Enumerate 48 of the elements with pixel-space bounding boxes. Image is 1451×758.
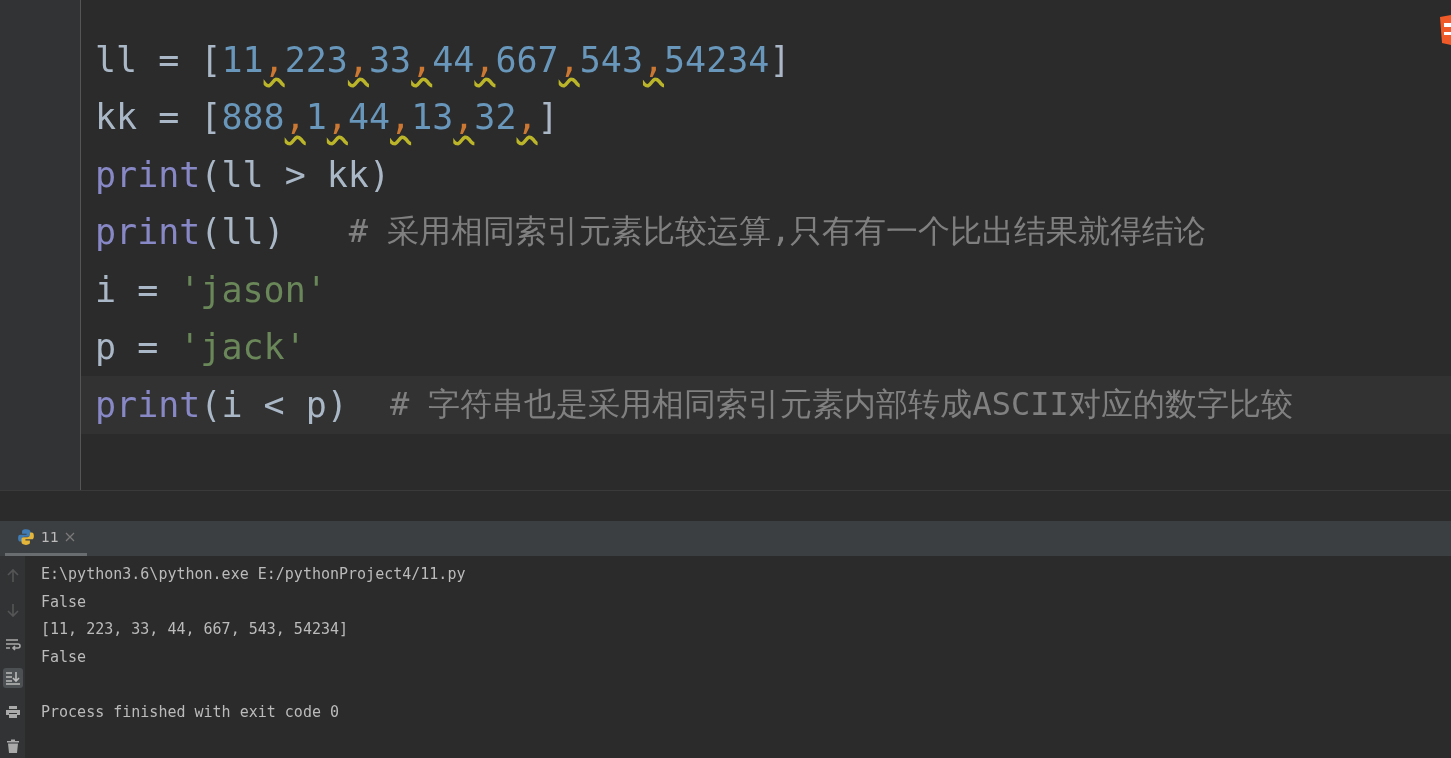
code-comment: # 采用相同索引元素比较运算,只有有一个比出结果就得结论 <box>348 211 1207 253</box>
number-literal: 543 <box>579 39 643 80</box>
comma-warning: , <box>390 97 412 138</box>
console-output-line: [11, 223, 33, 44, 667, 543, 54234] <box>41 619 350 640</box>
comma-warning: , <box>516 97 538 138</box>
number-literal: 44 <box>432 39 475 80</box>
number-literal: 1 <box>305 97 327 138</box>
code-text: p = <box>95 327 160 368</box>
comma-warning: , <box>474 39 496 80</box>
code-text: (i < p) <box>200 384 348 425</box>
code-text: ] <box>537 97 559 138</box>
plugin-icon[interactable] <box>1437 15 1451 45</box>
python-icon <box>17 528 35 546</box>
number-literal: 54234 <box>664 39 770 80</box>
comma-warning: , <box>558 39 580 80</box>
code-text: (ll) <box>200 212 285 253</box>
close-icon[interactable] <box>64 532 75 542</box>
console-output-line: False <box>41 591 88 613</box>
comma-warning: , <box>347 39 369 80</box>
string-literal: 'jack' <box>179 327 306 368</box>
console-output-line: E:\python3.6\python.exe E:/pythonProject4/11.py <box>41 564 466 585</box>
code-comment: # 字符串也是采用相同索引元素内部转成ASCII对应的数字比较 <box>389 383 1293 425</box>
scroll-to-end-icon[interactable] <box>2 668 23 688</box>
number-literal: 11 <box>221 39 264 80</box>
comma-warning: , <box>411 39 433 80</box>
number-literal: 667 <box>495 39 559 80</box>
string-literal: 'jason' <box>179 269 327 310</box>
builtin-name: print <box>95 212 201 253</box>
code-text: ll = [ <box>95 39 222 80</box>
number-literal: 44 <box>347 97 391 138</box>
builtin-name: print <box>95 154 201 195</box>
code-text: ] <box>769 39 791 80</box>
console-output-line: Process finished with exit code 0 <box>41 701 340 723</box>
comma-warning: , <box>642 39 665 80</box>
number-literal: 223 <box>284 39 348 80</box>
number-literal: 13 <box>411 97 454 138</box>
comma-warning: , <box>326 97 348 138</box>
number-literal: 888 <box>221 97 285 138</box>
comma-warning: , <box>284 97 306 138</box>
comma-warning: , <box>263 39 285 80</box>
builtin-name: print <box>95 384 201 425</box>
comma-warning: , <box>453 97 475 138</box>
number-literal: 33 <box>368 39 412 80</box>
code-text: kk = [ <box>95 97 222 138</box>
code-text: i = <box>95 269 160 310</box>
code-text: (ll > kk) <box>200 154 390 195</box>
console-output-line: False <box>41 646 88 668</box>
number-literal: 32 <box>474 97 517 138</box>
